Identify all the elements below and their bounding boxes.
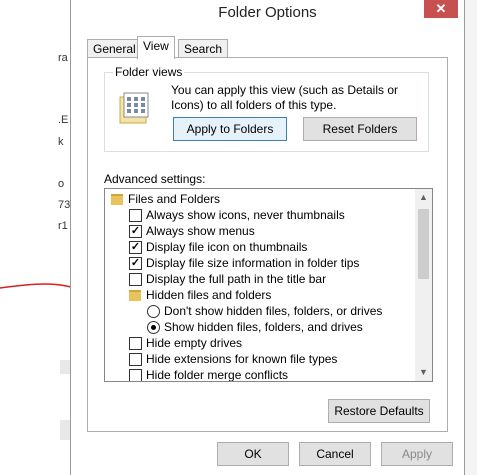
apply-to-folders-button[interactable]: Apply to Folders	[173, 117, 287, 141]
tab-general[interactable]: General	[87, 39, 142, 58]
scroll-thumb[interactable]	[418, 209, 429, 279]
setting-checkbox[interactable]	[129, 353, 142, 366]
scrollbar[interactable]: ▲ ▼	[415, 189, 432, 381]
setting-label: Display file size information in folder …	[146, 256, 360, 270]
view-tab-panel: Folder views You can apply this view (su…	[87, 57, 448, 432]
folder-options-dialog: Folder Options ✕ General View Search Fol…	[70, 0, 465, 475]
background-text: r1	[58, 220, 68, 232]
setting-checkbox[interactable]: ✓	[129, 225, 142, 238]
setting-radio[interactable]	[147, 321, 160, 334]
apply-button[interactable]: Apply	[381, 442, 453, 466]
setting-label: Hidden files and folders	[146, 288, 272, 302]
setting-checkbox[interactable]	[129, 369, 142, 381]
scroll-down-icon[interactable]: ▼	[415, 364, 432, 381]
background-text: o	[58, 178, 65, 190]
tab-search[interactable]: Search	[178, 39, 229, 58]
close-icon: ✕	[435, 1, 447, 16]
folder-icon	[129, 290, 141, 301]
folder-views-description: You can apply this view (such as Details…	[171, 83, 399, 112]
background-text: k	[58, 136, 64, 148]
background-strip	[60, 420, 70, 440]
setting-label: Hide extensions for known file types	[146, 352, 338, 366]
tab-view[interactable]: View	[137, 36, 175, 59]
setting-label: Display file icon on thumbnails	[146, 240, 308, 254]
setting-label: Display the full path in the title bar	[146, 272, 327, 286]
setting-checkbox[interactable]	[129, 209, 142, 222]
close-button[interactable]: ✕	[424, 0, 458, 18]
background-text: 73	[58, 199, 71, 211]
setting-label: Files and Folders	[128, 192, 221, 206]
setting-checkbox[interactable]: ✓	[129, 241, 142, 254]
setting-label: Hide empty drives	[146, 336, 243, 350]
setting-label: Always show icons, never thumbnails	[146, 208, 345, 222]
setting-checkbox[interactable]: ✓	[129, 257, 142, 270]
advanced-settings-label: Advanced settings:	[104, 172, 206, 186]
background-strip	[463, 0, 477, 475]
setting-radio[interactable]	[147, 305, 160, 318]
restore-defaults-button[interactable]: Restore Defaults	[328, 399, 430, 423]
cancel-button[interactable]: Cancel	[299, 442, 371, 466]
setting-label: Don't show hidden files, folders, or dri…	[164, 304, 383, 318]
folder-views-group: Folder views You can apply this view (su…	[104, 65, 429, 152]
setting-label: Always show menus	[146, 224, 255, 238]
setting-label: Hide folder merge conflicts	[146, 368, 289, 382]
folder-view-icon	[119, 92, 149, 124]
setting-checkbox[interactable]	[129, 337, 142, 350]
background-strip	[60, 360, 70, 374]
folder-views-label: Folder views	[113, 65, 185, 79]
scroll-up-icon[interactable]: ▲	[415, 189, 432, 206]
dialog-title: Folder Options	[218, 4, 317, 21]
ok-button[interactable]: OK	[217, 442, 289, 466]
setting-label: Show hidden files, folders, and drives	[164, 320, 363, 334]
radio-dot	[151, 325, 156, 330]
folder-icon	[111, 194, 123, 205]
advanced-settings-tree[interactable]: Files and Folders Always show icons, neve…	[104, 188, 433, 382]
reset-folders-button[interactable]: Reset Folders	[303, 117, 417, 141]
background-text: ra	[58, 52, 68, 64]
setting-checkbox[interactable]	[129, 273, 142, 286]
background-text: .E	[58, 114, 69, 126]
